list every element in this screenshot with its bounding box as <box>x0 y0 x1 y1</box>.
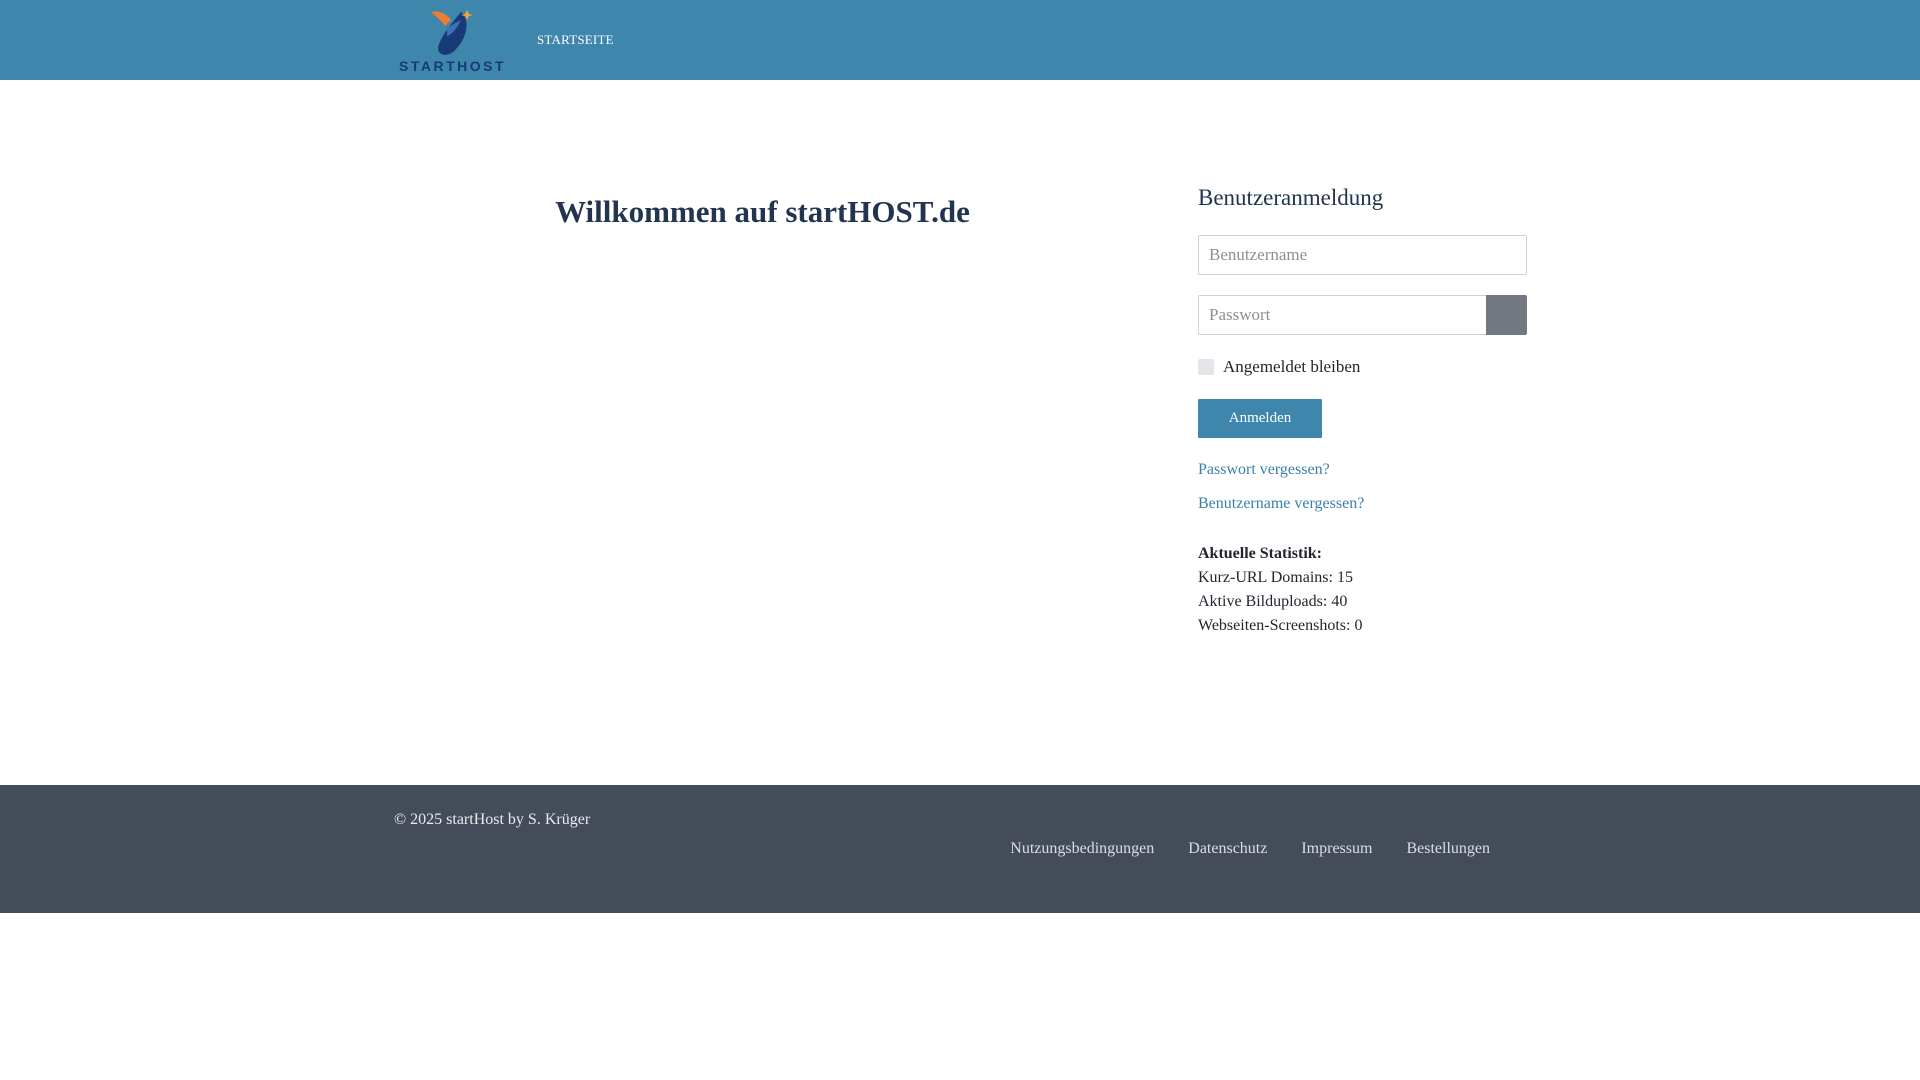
password-visibility-toggle[interactable] <box>1486 295 1527 335</box>
remember-me-row[interactable]: Angemeldet bleiben <box>1198 357 1360 377</box>
login-heading: Benutzeranmeldung <box>1198 185 1384 210</box>
statistics-title: Aktuelle Statistik: <box>1198 545 1322 562</box>
footer-navigation: Nutzungsbedingungen Datenschutz Impressu… <box>1010 840 1490 858</box>
top-navigation-bar: STARTHOST STARTSEITE <box>0 0 1920 80</box>
forgot-username-link[interactable]: Benutzername vergessen? <box>1198 495 1364 513</box>
statistic-item: Kurz-URL Domains: 15 <box>1198 569 1353 586</box>
statistic-item: Aktive Bilduploads: 40 <box>1198 593 1348 610</box>
footer-link-privacy[interactable]: Datenschutz <box>1188 840 1267 858</box>
footer-link-orders[interactable]: Bestellungen <box>1406 840 1490 858</box>
remember-me-label: Angemeldet bleiben <box>1223 357 1361 376</box>
footer-link-terms[interactable]: Nutzungsbedingungen <box>1010 840 1154 858</box>
logo-wordmark: STARTHOST <box>399 58 507 74</box>
footer-link-imprint[interactable]: Impressum <box>1301 840 1372 858</box>
statistic-item: Webseiten-Screenshots: 0 <box>1198 617 1363 634</box>
footer: © 2025 startHost by S. Krüger Nutzungsbe… <box>0 785 1920 913</box>
page-title: Willkommen auf startHOST.de <box>555 194 970 229</box>
statistics-block: Aktuelle Statistik: Kurz-URL Domains: 15… <box>1198 542 1362 638</box>
username-input[interactable] <box>1198 235 1527 275</box>
password-input[interactable] <box>1198 295 1488 335</box>
nav-link-home[interactable]: STARTSEITE <box>537 32 614 48</box>
login-button[interactable]: Anmelden <box>1198 399 1322 438</box>
copyright-text: © 2025 startHost by S. Krüger <box>394 811 591 828</box>
rocket-logo-icon <box>431 10 473 55</box>
site-logo[interactable]: STARTHOST <box>399 4 507 76</box>
remember-me-checkbox[interactable] <box>1198 359 1214 375</box>
forgot-password-link[interactable]: Passwort vergessen? <box>1198 461 1330 479</box>
